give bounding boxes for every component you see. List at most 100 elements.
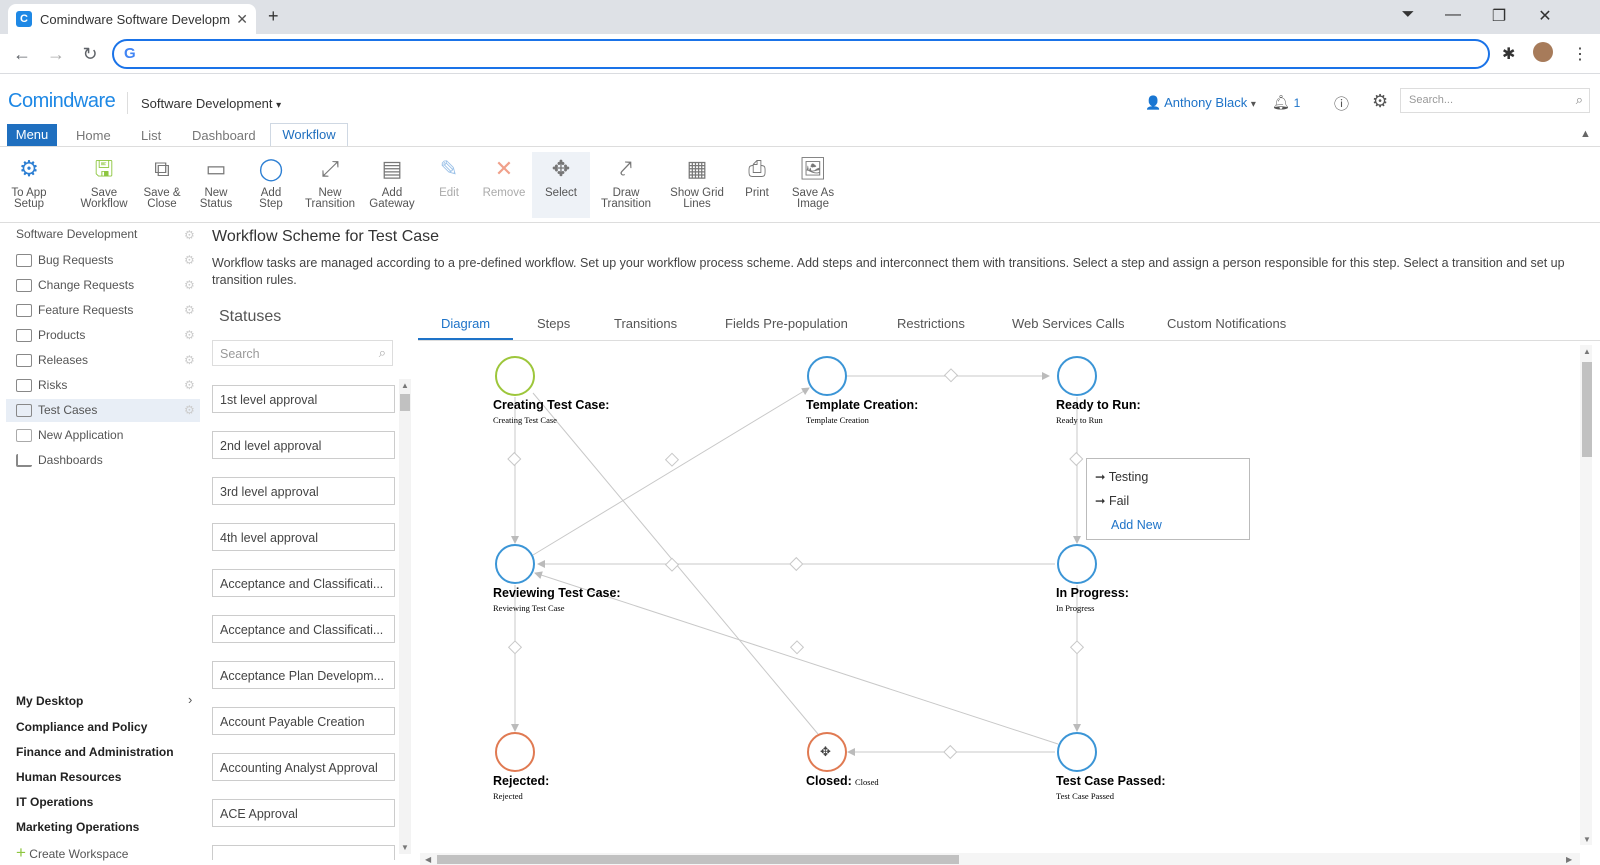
remove-button[interactable]: ✕ Remove <box>472 152 536 218</box>
workspace-it-operations[interactable]: IT Operations <box>16 795 93 809</box>
tab-web-services-calls[interactable]: Web Services Calls <box>1012 316 1124 331</box>
gear-icon[interactable]: ⚙ <box>184 353 195 367</box>
popup-item-testing[interactable]: ➞ Testing <box>1095 469 1148 484</box>
gear-icon[interactable]: ⚙ <box>184 403 195 417</box>
to-app-setup-button[interactable]: ⚙ To App Setup <box>0 152 61 218</box>
scroll-left-icon[interactable]: ◀ <box>425 855 431 864</box>
reload-icon[interactable]: ↻ <box>78 44 102 65</box>
scroll-down-icon[interactable]: ▼ <box>401 843 409 852</box>
notifications-bell[interactable]: 🔔︎ 1 <box>1272 94 1300 111</box>
minimize-icon[interactable]: — <box>1438 6 1468 24</box>
step-in-progress[interactable] <box>1057 544 1097 584</box>
sidebar-item-feature-requests[interactable]: Feature Requests <box>16 300 133 320</box>
status-list-scroll-thumb[interactable] <box>400 394 410 411</box>
new-transition-button[interactable]: ⤢ New Transition <box>298 152 362 218</box>
tab-home[interactable]: Home <box>76 128 111 143</box>
status-search-input[interactable]: Search ⌕ <box>212 340 393 366</box>
tab-fields-prepopulation[interactable]: Fields Pre-population <box>725 316 848 331</box>
scroll-right-icon[interactable]: ▶ <box>1566 855 1572 864</box>
sidebar-item-bug-requests[interactable]: Bug Requests <box>16 250 113 270</box>
select-button[interactable]: ✥ Select <box>532 152 590 218</box>
back-icon[interactable]: ← <box>10 44 34 65</box>
extensions-icon[interactable]: ✱ <box>1502 44 1515 64</box>
show-grid-lines-button[interactable]: ▦ Show Grid Lines <box>665 152 729 218</box>
workspace-finance[interactable]: Finance and Administration <box>16 745 174 759</box>
tab-list[interactable]: List <box>141 128 161 143</box>
gateway-diamond[interactable] <box>1069 451 1084 467</box>
step-test-case-passed[interactable] <box>1057 732 1097 772</box>
gear-icon[interactable]: ⚙ <box>184 278 195 292</box>
canvas-vertical-scroll-thumb[interactable] <box>1582 362 1592 457</box>
add-step-button[interactable]: ◯ Add Step <box>239 152 303 218</box>
sidebar-item-risks[interactable]: Risks <box>16 375 67 395</box>
help-icon[interactable]: ⓘ <box>1334 93 1349 114</box>
gateway-diamond[interactable] <box>943 368 959 383</box>
gear-icon[interactable]: ⚙ <box>184 253 195 267</box>
tab-custom-notifications[interactable]: Custom Notifications <box>1167 316 1286 331</box>
status-item[interactable]: Accounting Analyst Approval <box>212 753 395 781</box>
step-ready-to-run[interactable] <box>1057 356 1097 396</box>
add-gateway-button[interactable]: ▤ Add Gateway <box>360 152 424 218</box>
popup-item-fail[interactable]: ➞ Fail <box>1095 493 1129 508</box>
scroll-down-icon[interactable]: ▼ <box>1583 835 1591 844</box>
sidebar-item-test-cases[interactable]: Test Cases <box>16 400 97 420</box>
sidebar-item-change-requests[interactable]: Change Requests <box>16 275 134 295</box>
save-as-image-button[interactable]: 🖼︎ Save As Image <box>781 152 845 218</box>
gateway-diamond[interactable] <box>943 744 958 760</box>
chevron-right-icon[interactable]: › <box>188 692 192 707</box>
sidebar-item-new-application[interactable]: New Application <box>16 425 123 445</box>
gateway-diamond[interactable] <box>664 557 680 572</box>
status-item[interactable]: 4th level approval <box>212 523 395 551</box>
gear-icon[interactable]: ⚙ <box>184 378 195 392</box>
workspace-selector[interactable]: Software Development ▾ <box>141 96 281 111</box>
transition-line[interactable] <box>532 387 810 556</box>
gateway-diamond[interactable] <box>789 640 805 655</box>
gear-icon[interactable]: ⚙ <box>1372 91 1388 112</box>
scroll-up-icon[interactable]: ▲ <box>401 381 409 390</box>
gateway-diamond[interactable] <box>664 452 680 467</box>
profile-dropdown-icon[interactable]: ⏷ <box>1393 6 1423 24</box>
popup-add-new-link[interactable]: Add New <box>1111 518 1162 532</box>
tab-restrictions[interactable]: Restrictions <box>897 316 965 331</box>
sidebar-item-products[interactable]: Products <box>16 325 85 345</box>
gateway-diamond[interactable] <box>507 640 523 655</box>
sidebar-item-releases[interactable]: Releases <box>16 350 88 370</box>
workspace-marketing[interactable]: Marketing Operations <box>16 820 139 834</box>
print-button[interactable]: ⎙ Print <box>725 152 789 218</box>
status-item[interactable]: ACE Approval <box>212 799 395 827</box>
step-reviewing-test-case[interactable] <box>495 544 535 584</box>
gateway-diamond[interactable] <box>1069 640 1085 655</box>
workspace-compliance[interactable]: Compliance and Policy <box>16 720 147 734</box>
workflow-diagram-canvas[interactable]: ✥ Creating Test Case: Creating Test Case… <box>418 341 1578 853</box>
avatar[interactable] <box>1533 42 1553 62</box>
sidebar-item-dashboards[interactable]: Dashboards <box>16 450 103 470</box>
workspace-my-desktop[interactable]: My Desktop <box>16 694 83 708</box>
status-item[interactable]: 3rd level approval <box>212 477 395 505</box>
close-window-icon[interactable]: ✕ <box>1530 6 1560 26</box>
workspace-hr[interactable]: Human Resources <box>16 770 121 784</box>
status-item[interactable]: 1st level approval <box>212 385 395 413</box>
status-list-scrollbar[interactable] <box>399 379 411 854</box>
tab-transitions[interactable]: Transitions <box>614 316 677 331</box>
status-item[interactable]: Acceptance Plan Developm... <box>212 661 395 689</box>
search-icon[interactable]: ⌕ <box>1576 92 1583 108</box>
gear-icon[interactable]: ⚙ <box>184 328 195 342</box>
sidebar-root[interactable]: Software Development <box>16 224 137 244</box>
canvas-horizontal-scroll-thumb[interactable] <box>437 855 959 864</box>
create-workspace-button[interactable]: + Create Workspace <box>16 843 128 863</box>
browser-menu-icon[interactable]: ⋮ <box>1572 44 1588 64</box>
browser-tab[interactable]: C Comindware Software Developm ✕ <box>8 4 256 34</box>
new-tab-icon[interactable]: + <box>268 6 279 27</box>
tab-steps[interactable]: Steps <box>537 316 570 331</box>
global-search-input[interactable]: Search... ⌕ <box>1400 88 1590 113</box>
forward-icon[interactable]: → <box>44 44 68 65</box>
tab-workflow[interactable]: Workflow <box>270 123 348 146</box>
save-workflow-button[interactable]: 🖫 Save Workflow <box>72 152 136 218</box>
status-item[interactable]: Acceptance and Classificati... <box>212 615 395 643</box>
scroll-up-icon[interactable]: ▲ <box>1583 347 1591 356</box>
user-menu[interactable]: 👤 Anthony Black ▾ <box>1145 95 1256 111</box>
status-item[interactable]: 2nd level approval <box>212 431 395 459</box>
gateway-diamond[interactable] <box>507 451 522 467</box>
status-item-partial[interactable] <box>212 845 395 860</box>
gear-icon[interactable]: ⚙ <box>184 228 195 242</box>
